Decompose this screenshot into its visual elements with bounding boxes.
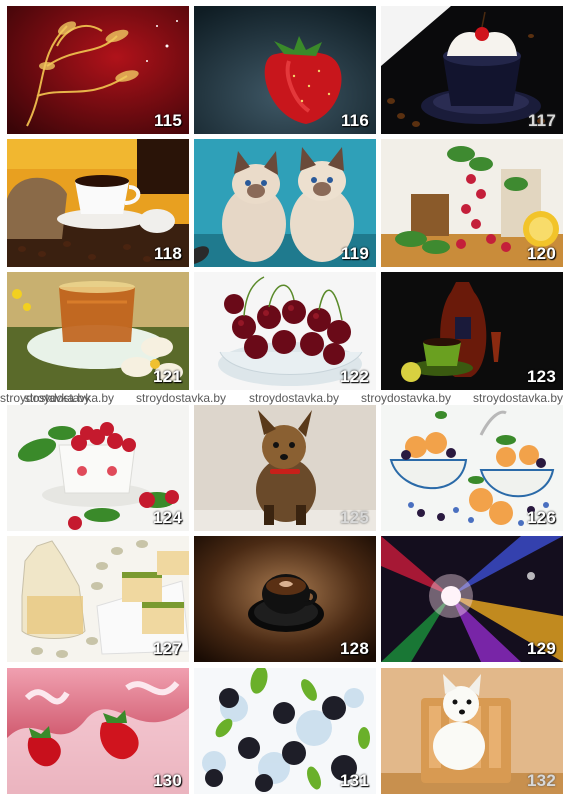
- tile-number: 132: [527, 771, 556, 790]
- watermark-text: stroydostavka.by: [361, 391, 452, 405]
- tile-number: 126: [527, 508, 556, 527]
- tile-121[interactable]: 121: [7, 272, 189, 390]
- tile-number: 117: [527, 111, 556, 130]
- tile-119[interactable]: 119: [194, 139, 376, 267]
- tile-131[interactable]: 131: [194, 668, 376, 794]
- tile-number: 123: [527, 367, 556, 386]
- tile-124[interactable]: 124: [7, 405, 189, 531]
- tile-number: 121: [153, 367, 182, 386]
- watermark-text: stroydostavka.by: [473, 391, 564, 405]
- tile-number: 131: [340, 771, 369, 790]
- watermark-strip: stroydostavka.by stroydostavka.by stroyd…: [0, 391, 570, 405]
- tile-number: 128: [340, 639, 369, 658]
- tile-117[interactable]: 117: [381, 6, 563, 134]
- tile-122[interactable]: 122: [194, 272, 376, 390]
- watermark-text: stroydostavka.by: [249, 391, 340, 405]
- tile-128[interactable]: 128: [194, 536, 376, 662]
- watermark-text: stroydostavka.by: [136, 391, 227, 405]
- tile-130[interactable]: 130: [7, 668, 189, 794]
- watermark-text: stroydostavka.by: [24, 391, 115, 405]
- tile-number: 120: [527, 244, 556, 263]
- tile-number: 122: [340, 367, 369, 386]
- tile-number: 116: [340, 111, 369, 130]
- tile-129[interactable]: 129: [381, 536, 563, 662]
- tile-123[interactable]: 123: [381, 272, 563, 390]
- tile-132[interactable]: 132: [381, 668, 563, 794]
- tile-125[interactable]: 125: [194, 405, 376, 531]
- tile-number: 124: [153, 508, 182, 527]
- tile-number: 115: [153, 111, 182, 130]
- tile-number: 129: [527, 639, 556, 658]
- tile-number: 127: [153, 639, 182, 658]
- tile-116[interactable]: 116: [194, 6, 376, 134]
- tile-number: 119: [340, 244, 369, 263]
- tile-number: 125: [340, 508, 369, 527]
- tile-118[interactable]: 118: [7, 139, 189, 267]
- tile-126[interactable]: 126: [381, 405, 563, 531]
- tile-number: 118: [153, 244, 182, 263]
- tile-127[interactable]: 127: [7, 536, 189, 662]
- tile-115[interactable]: 115: [7, 6, 189, 134]
- tile-120[interactable]: 120: [381, 139, 563, 267]
- tile-number: 130: [153, 771, 182, 790]
